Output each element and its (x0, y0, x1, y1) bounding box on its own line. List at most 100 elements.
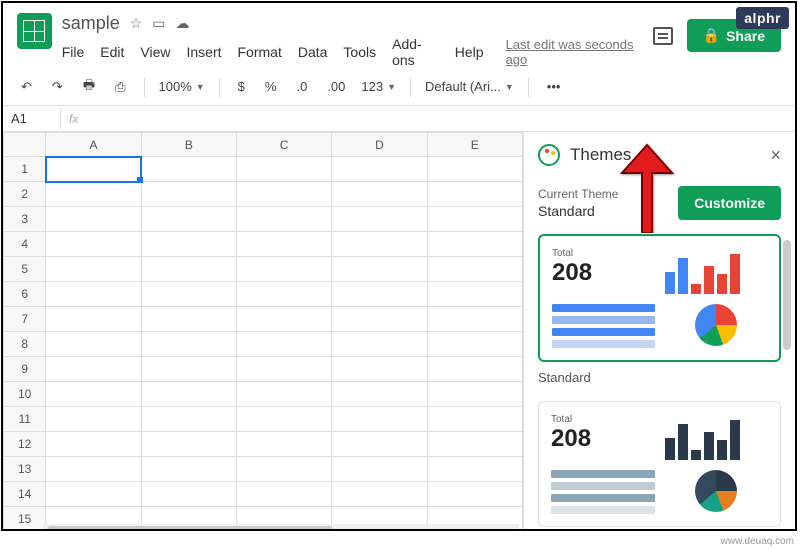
cell[interactable] (332, 382, 427, 407)
cell[interactable] (332, 482, 427, 507)
cell[interactable] (46, 382, 141, 407)
cell[interactable] (46, 157, 141, 182)
cell[interactable] (236, 257, 331, 282)
cell[interactable] (427, 182, 522, 207)
currency-button[interactable]: $ (234, 77, 249, 96)
row-header[interactable]: 11 (4, 407, 46, 432)
cell[interactable] (332, 307, 427, 332)
panel-scrollbar[interactable] (783, 236, 793, 531)
menu-format[interactable]: Format (238, 44, 282, 60)
spreadsheet-grid[interactable]: ABCDE12345678910111213141516 (3, 132, 523, 531)
cell[interactable] (46, 357, 141, 382)
cell[interactable] (427, 432, 522, 457)
last-edit-link[interactable]: Last edit was seconds ago (506, 37, 643, 67)
menu-insert[interactable]: Insert (186, 44, 221, 60)
cell[interactable] (427, 407, 522, 432)
doc-title[interactable]: sample (62, 13, 120, 34)
cell[interactable] (141, 432, 236, 457)
customize-button[interactable]: Customize (678, 186, 781, 220)
cell[interactable] (141, 382, 236, 407)
cell[interactable] (236, 332, 331, 357)
comments-icon[interactable] (653, 27, 673, 45)
cell[interactable] (332, 332, 427, 357)
cell[interactable] (236, 382, 331, 407)
print-icon[interactable]: 🖶 (79, 74, 99, 100)
cell[interactable] (236, 457, 331, 482)
cell[interactable] (332, 357, 427, 382)
cell[interactable] (46, 457, 141, 482)
cell[interactable] (332, 157, 427, 182)
cell[interactable] (236, 482, 331, 507)
cell[interactable] (427, 357, 522, 382)
cell[interactable] (236, 307, 331, 332)
cell[interactable] (332, 182, 427, 207)
cell[interactable] (141, 357, 236, 382)
cell[interactable] (46, 307, 141, 332)
cell[interactable] (332, 407, 427, 432)
cell[interactable] (332, 257, 427, 282)
cell[interactable] (427, 382, 522, 407)
more-toolbar-icon[interactable]: ••• (543, 77, 565, 96)
row-header[interactable]: 13 (4, 457, 46, 482)
cell[interactable] (236, 157, 331, 182)
cell[interactable] (46, 482, 141, 507)
cell[interactable] (427, 482, 522, 507)
cell[interactable] (141, 207, 236, 232)
star-icon[interactable]: ☆ (130, 15, 143, 32)
cell[interactable] (427, 457, 522, 482)
menu-tools[interactable]: Tools (343, 44, 376, 60)
cell[interactable] (236, 407, 331, 432)
row-header[interactable]: 7 (4, 307, 46, 332)
cell[interactable] (141, 332, 236, 357)
row-header[interactable]: 1 (4, 157, 46, 182)
cell[interactable] (141, 182, 236, 207)
percent-button[interactable]: % (261, 77, 281, 96)
row-header[interactable]: 12 (4, 432, 46, 457)
row-header[interactable]: 9 (4, 357, 46, 382)
row-header[interactable]: 6 (4, 282, 46, 307)
cell[interactable] (141, 457, 236, 482)
cell[interactable] (427, 257, 522, 282)
cell[interactable] (141, 407, 236, 432)
row-header[interactable]: 14 (4, 482, 46, 507)
cell[interactable] (427, 207, 522, 232)
theme-card[interactable]: Total 208 (538, 401, 781, 527)
row-header[interactable]: 4 (4, 232, 46, 257)
cell[interactable] (141, 282, 236, 307)
cell[interactable] (141, 157, 236, 182)
font-select[interactable]: Default (Ari...▼ (425, 79, 514, 94)
menu-data[interactable]: Data (298, 44, 328, 60)
menu-file[interactable]: File (62, 44, 85, 60)
cell[interactable] (46, 282, 141, 307)
row-header[interactable]: 15 (4, 507, 46, 532)
redo-icon[interactable]: ↷ (48, 77, 67, 97)
paint-format-icon[interactable]: ⎙ (111, 77, 129, 97)
cell[interactable] (236, 357, 331, 382)
cell[interactable] (332, 207, 427, 232)
cell[interactable] (427, 282, 522, 307)
cell[interactable] (427, 307, 522, 332)
formula-bar[interactable] (86, 106, 795, 131)
cell[interactable] (236, 282, 331, 307)
cell[interactable] (141, 307, 236, 332)
close-icon[interactable]: × (770, 145, 781, 166)
increase-decimal-button[interactable]: .00 (323, 77, 349, 96)
row-header[interactable]: 10 (4, 382, 46, 407)
menu-edit[interactable]: Edit (100, 44, 124, 60)
col-header[interactable]: D (332, 133, 427, 157)
cell[interactable] (141, 482, 236, 507)
undo-icon[interactable]: ↶ (17, 77, 36, 97)
cell[interactable] (46, 182, 141, 207)
cell[interactable] (46, 207, 141, 232)
number-format-select[interactable]: 123▼ (361, 79, 396, 94)
sheets-logo[interactable] (17, 13, 52, 49)
cell[interactable] (332, 457, 427, 482)
cell[interactable] (141, 232, 236, 257)
cell[interactable] (332, 232, 427, 257)
horizontal-scrollbar[interactable] (43, 524, 519, 531)
row-header[interactable]: 3 (4, 207, 46, 232)
cell[interactable] (46, 257, 141, 282)
cell[interactable] (427, 232, 522, 257)
menu-addons[interactable]: Add-ons (392, 36, 439, 68)
cell[interactable] (236, 432, 331, 457)
